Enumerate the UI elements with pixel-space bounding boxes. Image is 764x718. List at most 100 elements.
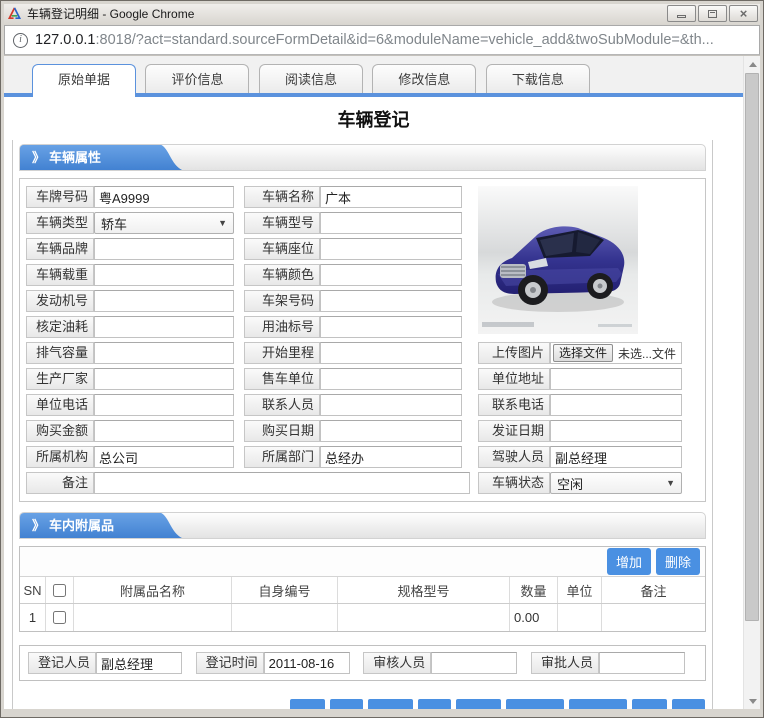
select-all-checkbox[interactable]: [53, 584, 66, 597]
accessories-table: 增加 删除 SN 附属品名称 自身编号 规格型号 数量 单位 备注 1: [19, 546, 706, 632]
fuel-grade-input[interactable]: [320, 316, 462, 338]
chevron-down-icon: ▼: [666, 478, 675, 488]
vehicle-load-input[interactable]: [94, 264, 234, 286]
start-mileage-input[interactable]: [320, 342, 462, 364]
remark-input[interactable]: [94, 472, 470, 494]
purchase-amount-input[interactable]: [94, 420, 234, 442]
section-arrow-icon: 》: [32, 150, 45, 165]
delete-row-button[interactable]: 删除: [656, 548, 700, 575]
minimize-button[interactable]: [667, 5, 696, 22]
driver-input[interactable]: [550, 446, 682, 468]
vehicle-type-label: 车辆类型: [26, 212, 94, 234]
row-checkbox[interactable]: [53, 611, 66, 624]
plate-label: 车牌号码: [26, 186, 94, 208]
tab-strip: 原始单据 评价信息 阅读信息 修改信息 下载信息: [4, 56, 743, 97]
start-mileage-label: 开始里程: [244, 342, 320, 364]
vehicle-seats-input[interactable]: [320, 238, 462, 260]
row-own-code[interactable]: [232, 604, 338, 631]
contact-person-input[interactable]: [320, 394, 462, 416]
scroll-up-button[interactable]: [744, 56, 760, 72]
approver-label: 审批人员: [531, 652, 599, 674]
contact-phone-label: 联系电话: [478, 394, 550, 416]
vehicle-name-label: 车辆名称: [244, 186, 320, 208]
org-input[interactable]: [94, 446, 234, 468]
frame-no-input[interactable]: [320, 290, 462, 312]
bottom-action-button[interactable]: [506, 699, 564, 709]
bottom-action-button[interactable]: [330, 699, 363, 709]
tab-evaluation-info[interactable]: 评价信息: [145, 64, 249, 93]
reg-time-input[interactable]: [264, 652, 350, 674]
url-text[interactable]: 127.0.0.1:8018/?act=standard.sourceFormD…: [35, 32, 714, 48]
accessories-toolbar: 增加 删除: [20, 547, 705, 577]
choose-file-button[interactable]: 选择文件: [553, 344, 613, 362]
table-row: 1 0.00: [20, 604, 705, 631]
section-header-accessories: 》车内附属品: [19, 512, 706, 539]
bottom-action-button[interactable]: [456, 699, 501, 709]
seller-phone-input[interactable]: [94, 394, 234, 416]
row-unit[interactable]: [558, 604, 602, 631]
tab-download-info[interactable]: 下载信息: [486, 64, 590, 93]
reviewer-label: 审核人员: [363, 652, 431, 674]
bottom-action-button[interactable]: [368, 699, 413, 709]
bottom-action-button[interactable]: [418, 699, 451, 709]
section-title: 》车辆属性: [32, 145, 101, 171]
add-row-button[interactable]: 增加: [607, 548, 651, 575]
vehicle-type-select[interactable]: 轿车▼: [94, 212, 234, 234]
page-info-icon[interactable]: i: [13, 33, 28, 48]
org-label: 所属机构: [26, 446, 94, 468]
plate-input[interactable]: [94, 186, 234, 208]
tab-modify-info[interactable]: 修改信息: [372, 64, 476, 93]
vehicle-model-input[interactable]: [320, 212, 462, 234]
bottom-action-button[interactable]: [632, 699, 667, 709]
tab-read-info[interactable]: 阅读信息: [259, 64, 363, 93]
bottom-action-button[interactable]: [569, 699, 627, 709]
seller-label: 售车单位: [244, 368, 320, 390]
maximize-icon: [708, 10, 717, 18]
purchase-date-input[interactable]: [320, 420, 462, 442]
scrollbar-thumb[interactable]: [745, 73, 759, 621]
approver-input[interactable]: [599, 652, 685, 674]
license-date-input[interactable]: [550, 420, 682, 442]
bottom-action-button[interactable]: [672, 699, 705, 709]
file-status-text: 未选...文件: [618, 345, 676, 362]
header-quantity: 数量: [510, 577, 558, 603]
maximize-button[interactable]: [698, 5, 727, 22]
registrant-input[interactable]: [96, 652, 182, 674]
row-spec-model[interactable]: [338, 604, 510, 631]
tab-original-document[interactable]: 原始单据: [32, 64, 136, 97]
header-accessory-name: 附属品名称: [74, 577, 232, 603]
dept-input[interactable]: [320, 446, 462, 468]
form-wrapper: 》车辆属性 车牌号码 车辆名称 车辆类型 轿车▼: [12, 140, 713, 709]
vehicle-brand-input[interactable]: [94, 238, 234, 260]
row-remark[interactable]: [602, 604, 705, 631]
vehicle-color-input[interactable]: [320, 264, 462, 286]
remark-label: 备注: [26, 472, 94, 494]
contact-person-label: 联系人员: [244, 394, 320, 416]
vehicle-seats-label: 车辆座位: [244, 238, 320, 260]
seller-address-label: 单位地址: [478, 368, 550, 390]
reviewer-input[interactable]: [431, 652, 517, 674]
close-button[interactable]: ×: [729, 5, 758, 22]
engine-no-input[interactable]: [94, 290, 234, 312]
section-header-vehicle-attributes: 》车辆属性: [19, 144, 706, 171]
seller-input[interactable]: [320, 368, 462, 390]
vehicle-name-input[interactable]: [320, 186, 462, 208]
displacement-input[interactable]: [94, 342, 234, 364]
header-own-code: 自身编号: [232, 577, 338, 603]
accessories-header-row: SN 附属品名称 自身编号 规格型号 数量 单位 备注: [20, 577, 705, 604]
vehicle-status-select[interactable]: 空闲▼: [550, 472, 682, 494]
address-bar[interactable]: i 127.0.0.1:8018/?act=standard.sourceFor…: [4, 25, 760, 55]
fuel-rate-input[interactable]: [94, 316, 234, 338]
manufacturer-input[interactable]: [94, 368, 234, 390]
row-accessory-name[interactable]: [74, 604, 232, 631]
bottom-action-button[interactable]: [290, 699, 325, 709]
seller-address-input[interactable]: [550, 368, 682, 390]
purchase-date-label: 购买日期: [244, 420, 320, 442]
section-title: 》车内附属品: [32, 513, 114, 539]
vertical-scrollbar[interactable]: [743, 56, 760, 709]
contact-phone-input[interactable]: [550, 394, 682, 416]
scroll-down-button[interactable]: [744, 693, 760, 709]
row-quantity[interactable]: 0.00: [510, 604, 558, 631]
vehicle-status-label: 车辆状态: [478, 472, 550, 494]
section-arrow-icon: 》: [32, 518, 45, 533]
